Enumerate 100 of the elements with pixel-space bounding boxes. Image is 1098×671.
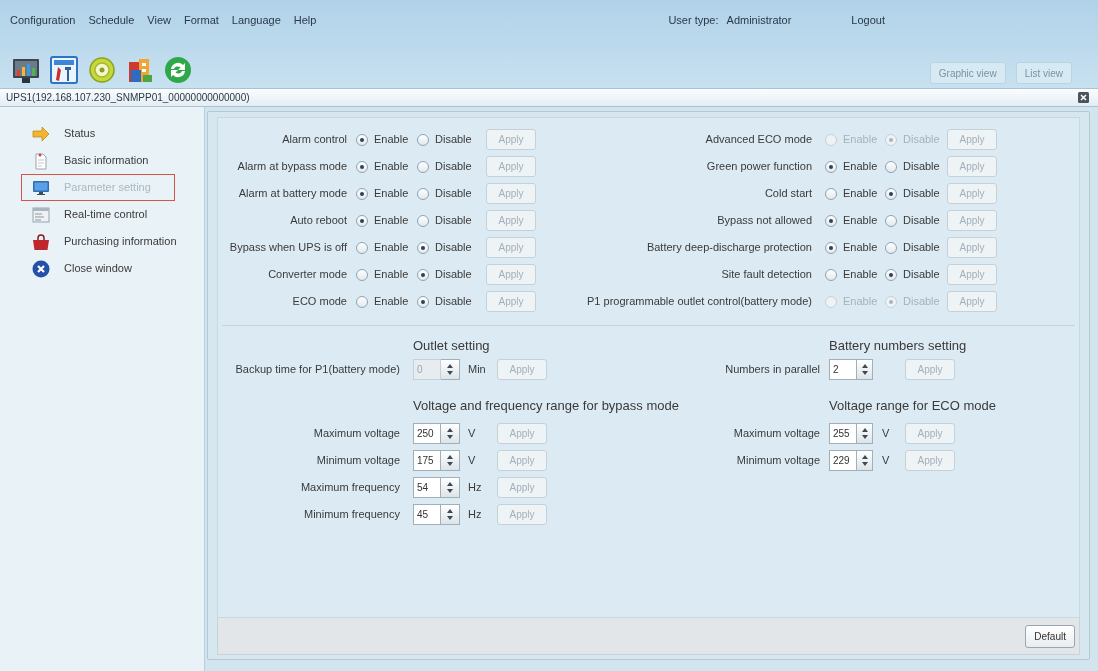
up-down-arrows-icon (861, 455, 868, 466)
radio-button[interactable] (417, 295, 429, 308)
spin-button[interactable] (857, 450, 873, 471)
unit-label: V (882, 453, 891, 469)
disc-icon[interactable] (88, 56, 116, 84)
sidebar-item[interactable]: Status (21, 120, 175, 147)
setting-label: Advanced ECO mode (704, 132, 812, 148)
radio-button[interactable] (417, 133, 429, 146)
menu-item[interactable]: View (147, 11, 171, 29)
radio-button[interactable] (356, 133, 368, 146)
menu-item[interactable]: Format (183, 11, 219, 29)
option-label: Disable (435, 132, 472, 148)
radio-button[interactable] (417, 187, 429, 200)
up-down-arrows-icon (447, 509, 453, 520)
option-label: Disable (903, 132, 940, 148)
menu-item[interactable]: Configuration (10, 11, 76, 29)
number-field[interactable]: 54 (413, 477, 441, 498)
sidebar-item[interactable]: Real-time control (21, 201, 175, 228)
window-icon (32, 205, 50, 224)
field-label: Minimum voltage (735, 453, 820, 469)
option-label: Enable (843, 213, 878, 229)
number-field[interactable]: 255 (829, 423, 857, 444)
option-label: Disable (435, 294, 472, 310)
option-label: Disable (903, 294, 940, 310)
option-label: Disable (435, 240, 472, 256)
number-field[interactable]: 45 (413, 504, 441, 525)
option-label: Enable (843, 159, 878, 175)
radio-button[interactable] (885, 187, 897, 200)
option-label: Enable (374, 132, 409, 148)
sidebar-item[interactable]: Parameter setting (21, 174, 175, 201)
spin-button[interactable] (857, 423, 873, 444)
close-icon[interactable] (1078, 92, 1089, 103)
setting-label: Alarm control (281, 132, 347, 148)
spin-button[interactable] (441, 359, 460, 380)
radio-button[interactable] (417, 160, 429, 173)
radio-button[interactable] (825, 160, 837, 173)
option-label: Disable (903, 159, 940, 175)
sidebar-item[interactable]: Purchasing information (21, 228, 175, 255)
radio-button[interactable] (417, 268, 429, 281)
radio-button[interactable] (825, 214, 837, 227)
option-label: Disable (903, 186, 940, 202)
setting-label: Auto reboot (289, 213, 347, 229)
setting-label: Battery deep-discharge protection (645, 240, 812, 256)
unit-label: V (468, 453, 477, 469)
setting-label: Green power function (705, 159, 812, 175)
sidebar-item[interactable]: Basic information (21, 147, 175, 174)
option-label: Disable (435, 267, 472, 283)
menu-item[interactable]: Language (231, 11, 281, 29)
option-label: Enable (843, 240, 878, 256)
setting-label: Cold start (763, 186, 812, 202)
field-label: Minimum frequency (303, 507, 400, 523)
radio-button[interactable] (356, 160, 368, 173)
setting-label: Bypass when UPS is off (228, 240, 347, 256)
number-field[interactable]: 2 (829, 359, 857, 380)
radio-button[interactable] (885, 214, 897, 227)
option-label: Enable (843, 186, 878, 202)
menu-item[interactable]: Help (293, 11, 317, 29)
refresh-icon[interactable] (164, 56, 192, 84)
spin-button[interactable] (857, 359, 873, 380)
spin-button[interactable] (441, 423, 460, 444)
logout-link[interactable]: Logout (851, 11, 885, 29)
radio-button[interactable] (825, 268, 837, 281)
monitor-chart-icon[interactable] (12, 56, 40, 84)
radio-button[interactable] (885, 241, 897, 254)
default-button[interactable]: Default (1025, 624, 1075, 648)
building-icon[interactable] (126, 56, 154, 84)
option-label: Disable (435, 213, 472, 229)
spin-button[interactable] (441, 450, 460, 471)
radio-button[interactable] (417, 241, 429, 254)
radio-button[interactable] (885, 160, 897, 173)
radio-button[interactable] (356, 241, 368, 254)
field-label: Numbers in parallel (724, 362, 820, 378)
field-label: Backup time for P1(battery mode) (234, 362, 400, 378)
up-down-arrows-icon (861, 364, 868, 375)
number-field[interactable]: 250 (413, 423, 441, 444)
section-heading: Voltage range for ECO mode (829, 397, 996, 416)
radio-button[interactable] (356, 295, 368, 308)
field-label: Maximum voltage (732, 426, 820, 442)
option-label: Enable (374, 159, 409, 175)
spin-button[interactable] (441, 504, 460, 525)
spin-button[interactable] (441, 477, 460, 498)
up-down-arrows-icon (447, 428, 453, 439)
setting-label: ECO mode (291, 294, 347, 310)
option-label: Enable (843, 267, 878, 283)
radio-button[interactable] (356, 268, 368, 281)
radio-button[interactable] (825, 241, 837, 254)
number-field[interactable]: 175 (413, 450, 441, 471)
up-down-arrows-icon (447, 364, 453, 375)
radio-button[interactable] (825, 187, 837, 200)
menu-item[interactable]: Schedule (88, 11, 135, 29)
user-type-label: User type: (668, 12, 719, 28)
option-label: Disable (903, 213, 940, 229)
sidebar-item[interactable]: Close window (21, 255, 175, 282)
unit-label: Hz (468, 480, 483, 496)
tools-icon[interactable] (50, 56, 78, 84)
radio-button[interactable] (417, 214, 429, 227)
number-field[interactable]: 229 (829, 450, 857, 471)
radio-button[interactable] (356, 187, 368, 200)
radio-button[interactable] (885, 268, 897, 281)
radio-button[interactable] (356, 214, 368, 227)
